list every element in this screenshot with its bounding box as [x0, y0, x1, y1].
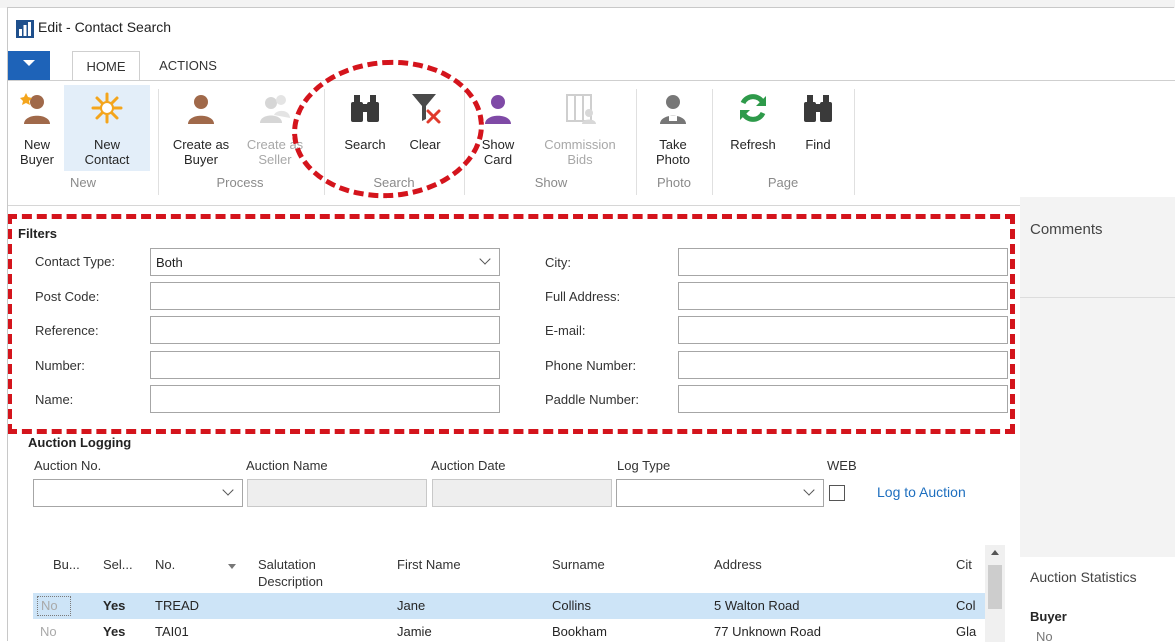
- new-buyer-button[interactable]: New Buyer: [12, 85, 62, 171]
- buyer-value: No: [1036, 629, 1053, 642]
- column-header-city[interactable]: Cit: [956, 556, 972, 573]
- log-type-label: Log Type: [617, 458, 671, 473]
- surname-cell: Bookham: [552, 624, 607, 639]
- city-cell: Gla: [956, 624, 977, 639]
- factbox-panel: Comments Auction Statistics Buyer No: [1020, 197, 1175, 642]
- first-name-cell: Jane: [397, 598, 426, 613]
- tab-home[interactable]: HOME: [72, 51, 140, 82]
- ribbon: New Buyer New Contact New Create as Buye…: [8, 80, 1175, 206]
- chevron-down-icon: [222, 484, 234, 496]
- title-bar: Edit - Contact Search: [8, 8, 1175, 48]
- sort-arrow-icon: [228, 564, 236, 569]
- column-header-first-name[interactable]: First Name: [397, 556, 461, 573]
- address-cell: 5 Walton Road: [714, 598, 800, 613]
- chevron-down-icon: [803, 484, 815, 496]
- group-separator: [636, 89, 637, 195]
- web-checkbox[interactable]: [829, 485, 845, 501]
- seller-people-icon: [260, 95, 290, 123]
- group-label-new: New: [69, 175, 96, 190]
- auction-date-label: Auction Date: [431, 458, 506, 473]
- auction-name-label: Auction Name: [246, 458, 328, 473]
- buyer-person-icon: [188, 95, 214, 124]
- no-cell: TAI01: [155, 624, 189, 639]
- create-as-buyer-button[interactable]: Create as Buyer: [164, 85, 238, 171]
- app-icon: [16, 20, 34, 38]
- comments-title: Comments: [1030, 221, 1103, 238]
- city-cell: Col: [956, 598, 976, 613]
- group-separator: [712, 89, 713, 195]
- ribbon-tabs: HOME ACTIONS: [8, 48, 1175, 82]
- web-label: WEB: [827, 458, 857, 473]
- tab-actions[interactable]: ACTIONS: [148, 51, 228, 80]
- buyer-label: Buyer: [1030, 609, 1067, 624]
- column-header-seller[interactable]: Sel...: [103, 556, 133, 573]
- new-contact-button[interactable]: New Contact: [64, 85, 150, 171]
- find-button[interactable]: Find: [790, 85, 846, 171]
- surname-cell: Collins: [552, 598, 592, 613]
- find-binoculars-icon: [804, 95, 832, 122]
- table-row[interactable]: No Yes TREAD Jane Collins 5 Walton Road …: [33, 593, 993, 619]
- grid-scrollbar[interactable]: [985, 545, 1005, 642]
- auction-no-select[interactable]: [33, 479, 243, 507]
- group-label-photo: Photo: [657, 175, 691, 190]
- photo-person-icon: [660, 95, 686, 124]
- seller-cell: Yes: [103, 624, 126, 639]
- scrollbar-thumb[interactable]: [988, 565, 1002, 609]
- annotation-rectangle: [8, 214, 1015, 434]
- seller-cell: Yes: [103, 598, 126, 613]
- commission-bids-label: Commission Bids: [544, 137, 616, 167]
- buyer-cell[interactable]: No: [37, 596, 71, 616]
- refresh-button[interactable]: Refresh: [718, 85, 788, 171]
- group-label-page: Page: [767, 175, 799, 190]
- auction-name-field: [247, 479, 427, 507]
- column-header-surname[interactable]: Surname: [552, 556, 605, 573]
- window: Edit - Contact Search HOME ACTIONS New B…: [8, 8, 1175, 642]
- column-header-no[interactable]: No.: [155, 556, 175, 573]
- auction-date-field: [432, 479, 612, 507]
- log-to-auction-link[interactable]: Log to Auction: [877, 484, 966, 500]
- window-title: Edit - Contact Search: [38, 19, 172, 35]
- commission-bids-icon: [566, 94, 596, 124]
- refresh-label: Refresh: [730, 137, 776, 152]
- no-cell: TREAD: [155, 598, 200, 613]
- group-separator: [158, 89, 159, 195]
- new-contact-label: New Contact: [84, 137, 130, 167]
- group-label-show: Show: [534, 175, 568, 190]
- auction-statistics-title: Auction Statistics: [1030, 569, 1137, 585]
- refresh-icon: [740, 94, 766, 122]
- commission-bids-button[interactable]: Commission Bids: [530, 85, 630, 171]
- log-type-select[interactable]: [616, 479, 824, 507]
- table-row[interactable]: No Yes TAI01 Jamie Bookham 77 Unknown Ro…: [33, 619, 993, 642]
- address-cell: 77 Unknown Road: [714, 624, 821, 639]
- take-photo-button[interactable]: Take Photo: [642, 85, 704, 171]
- scroll-up-icon[interactable]: [991, 550, 999, 555]
- panel-divider: [1020, 297, 1175, 298]
- group-label-process: Process: [216, 175, 264, 190]
- column-header-address[interactable]: Address: [714, 556, 762, 573]
- buyer-cell[interactable]: No: [40, 624, 57, 639]
- column-header-salutation[interactable]: Salutation Description: [258, 556, 323, 590]
- new-buyer-icon: [20, 93, 50, 124]
- top-strip: [0, 0, 1175, 8]
- auction-statistics-box: Auction Statistics Buyer No: [1020, 557, 1175, 642]
- auction-logging-title: Auction Logging: [28, 435, 132, 450]
- find-label: Find: [805, 137, 831, 152]
- auction-no-label: Auction No.: [34, 458, 102, 473]
- take-photo-label: Take Photo: [656, 137, 690, 167]
- dropdown-arrow-icon: [23, 60, 35, 66]
- file-menu-button[interactable]: [8, 51, 50, 80]
- contact-card-icon: [485, 95, 511, 124]
- group-separator: [854, 89, 855, 195]
- first-name-cell: Jamie: [397, 624, 432, 639]
- new-contact-icon: [91, 92, 123, 124]
- create-as-buyer-label: Create as Buyer: [172, 137, 230, 167]
- new-buyer-label: New Buyer: [20, 137, 54, 167]
- column-header-buyer[interactable]: Bu...: [53, 556, 80, 573]
